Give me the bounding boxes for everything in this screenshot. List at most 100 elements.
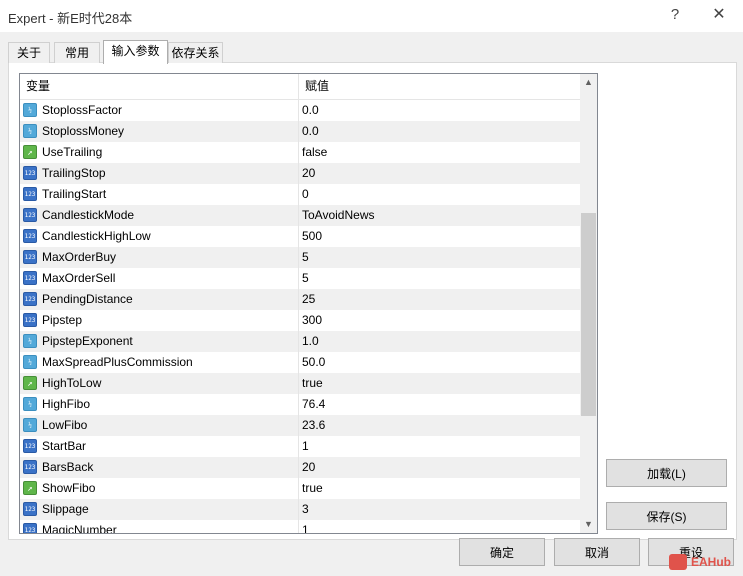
parameter-value[interactable]: 500: [302, 226, 322, 247]
cancel-button[interactable]: 取消: [554, 538, 640, 566]
table-row[interactable]: 123 PendingDistance 25: [20, 289, 580, 310]
column-divider: [298, 457, 299, 478]
watermark-text: EAHub: [691, 555, 731, 569]
close-icon[interactable]: ✕: [702, 2, 736, 28]
bool-type-icon: ↗: [23, 145, 37, 159]
parameter-value[interactable]: 25: [302, 289, 315, 310]
table-row[interactable]: ½ MaxSpreadPlusCommission 50.0: [20, 352, 580, 373]
int-type-icon: 123: [23, 187, 37, 201]
int-type-icon: 123: [23, 250, 37, 264]
parameter-value[interactable]: 76.4: [302, 394, 325, 415]
column-divider: [298, 268, 299, 289]
parameter-name: MaxOrderBuy: [42, 250, 117, 264]
column-divider: [298, 499, 299, 520]
parameter-value[interactable]: ToAvoidNews: [302, 205, 374, 226]
table-row[interactable]: ↗ HighToLow true: [20, 373, 580, 394]
column-divider: [298, 331, 299, 352]
parameter-value[interactable]: 3: [302, 499, 309, 520]
parameter-value[interactable]: 1.0: [302, 331, 319, 352]
parameter-name: BarsBack: [42, 460, 94, 474]
scroll-up-icon[interactable]: ▲: [580, 74, 597, 91]
tab-dependencies[interactable]: 依存关系: [168, 42, 223, 63]
parameter-value[interactable]: 300: [302, 310, 322, 331]
table-row[interactable]: 123 TrailingStop 20: [20, 163, 580, 184]
double-type-icon: ½: [23, 418, 37, 432]
table-row[interactable]: ↗ UseTrailing false: [20, 142, 580, 163]
vertical-scrollbar[interactable]: ▲ ▼: [580, 74, 597, 533]
double-type-icon: ½: [23, 334, 37, 348]
table-row[interactable]: 123 MaxOrderBuy 5: [20, 247, 580, 268]
grid-rows: ½ StoplossFactor 0.0 ½ StoplossMoney 0.0 ↗ UseT…: [20, 100, 580, 533]
tab-input-parameters[interactable]: 输入参数: [103, 40, 168, 64]
parameter-value[interactable]: 20: [302, 163, 315, 184]
column-header-value[interactable]: 赋值: [299, 74, 575, 99]
table-row[interactable]: 123 MaxOrderSell 5: [20, 268, 580, 289]
table-row[interactable]: 123 TrailingStart 0: [20, 184, 580, 205]
parameter-value[interactable]: true: [302, 373, 323, 394]
column-divider: [298, 100, 299, 121]
parameter-value[interactable]: 5: [302, 268, 309, 289]
table-row[interactable]: 123 Pipstep 300: [20, 310, 580, 331]
table-row[interactable]: ½ StoplossMoney 0.0: [20, 121, 580, 142]
table-row[interactable]: ½ PipstepExponent 1.0: [20, 331, 580, 352]
scrollbar-thumb[interactable]: [581, 213, 596, 416]
column-divider: [298, 478, 299, 499]
parameter-value[interactable]: false: [302, 142, 327, 163]
parameter-value[interactable]: 0.0: [302, 100, 319, 121]
table-row[interactable]: 123 MagicNumber 1: [20, 520, 580, 533]
load-button[interactable]: 加载(L): [606, 459, 727, 487]
grid-header: 变量 赋值: [20, 74, 580, 100]
table-row[interactable]: 123 StartBar 1: [20, 436, 580, 457]
parameter-value[interactable]: 23.6: [302, 415, 325, 436]
save-button[interactable]: 保存(S): [606, 502, 727, 530]
column-divider: [298, 247, 299, 268]
double-type-icon: ½: [23, 103, 37, 117]
parameter-name: HighFibo: [42, 397, 91, 411]
parameter-value[interactable]: true: [302, 478, 323, 499]
table-row[interactable]: 123 Slippage 3: [20, 499, 580, 520]
column-divider: [298, 205, 299, 226]
column-header-variable[interactable]: 变量: [20, 74, 299, 99]
table-row[interactable]: ½ HighFibo 76.4: [20, 394, 580, 415]
parameter-value[interactable]: 0.0: [302, 121, 319, 142]
parameter-name: Pipstep: [42, 313, 83, 327]
watermark-logo-icon: [669, 554, 687, 570]
int-type-icon: 123: [23, 292, 37, 306]
parameter-value[interactable]: 20: [302, 457, 315, 478]
table-row[interactable]: ½ LowFibo 23.6: [20, 415, 580, 436]
column-divider: [298, 121, 299, 142]
parameter-name: TrailingStop: [42, 166, 106, 180]
column-divider: [298, 520, 299, 533]
parameter-value[interactable]: 1: [302, 520, 309, 533]
column-divider: [298, 184, 299, 205]
column-divider: [298, 289, 299, 310]
column-divider: [298, 352, 299, 373]
double-type-icon: ½: [23, 124, 37, 138]
parameter-name: Slippage: [42, 502, 89, 516]
parameter-value[interactable]: 1: [302, 436, 309, 457]
parameter-value[interactable]: 5: [302, 247, 309, 268]
parameter-name: StoplossMoney: [42, 124, 125, 138]
tab-about[interactable]: 关于: [8, 42, 50, 63]
table-row[interactable]: 123 BarsBack 20: [20, 457, 580, 478]
parameter-name: TrailingStart: [42, 187, 107, 201]
help-icon[interactable]: ?: [658, 2, 692, 28]
parameter-name: StartBar: [42, 439, 87, 453]
column-divider: [298, 373, 299, 394]
double-type-icon: ½: [23, 397, 37, 411]
parameter-name: MagicNumber: [42, 523, 117, 533]
table-row[interactable]: ↗ ShowFibo true: [20, 478, 580, 499]
column-divider: [298, 310, 299, 331]
tab-common[interactable]: 常用: [54, 42, 100, 63]
parameter-value[interactable]: 0: [302, 184, 309, 205]
scroll-down-icon[interactable]: ▼: [580, 516, 597, 533]
int-type-icon: 123: [23, 523, 37, 533]
title-bar: Expert - 新E时代28本 ? ✕: [0, 0, 743, 32]
parameter-value[interactable]: 50.0: [302, 352, 325, 373]
parameter-name: CandlestickHighLow: [42, 229, 151, 243]
table-row[interactable]: ½ StoplossFactor 0.0: [20, 100, 580, 121]
table-row[interactable]: 123 CandlestickHighLow 500: [20, 226, 580, 247]
table-row[interactable]: 123 CandlestickMode ToAvoidNews: [20, 205, 580, 226]
ok-button[interactable]: 确定: [459, 538, 545, 566]
bool-type-icon: ↗: [23, 376, 37, 390]
